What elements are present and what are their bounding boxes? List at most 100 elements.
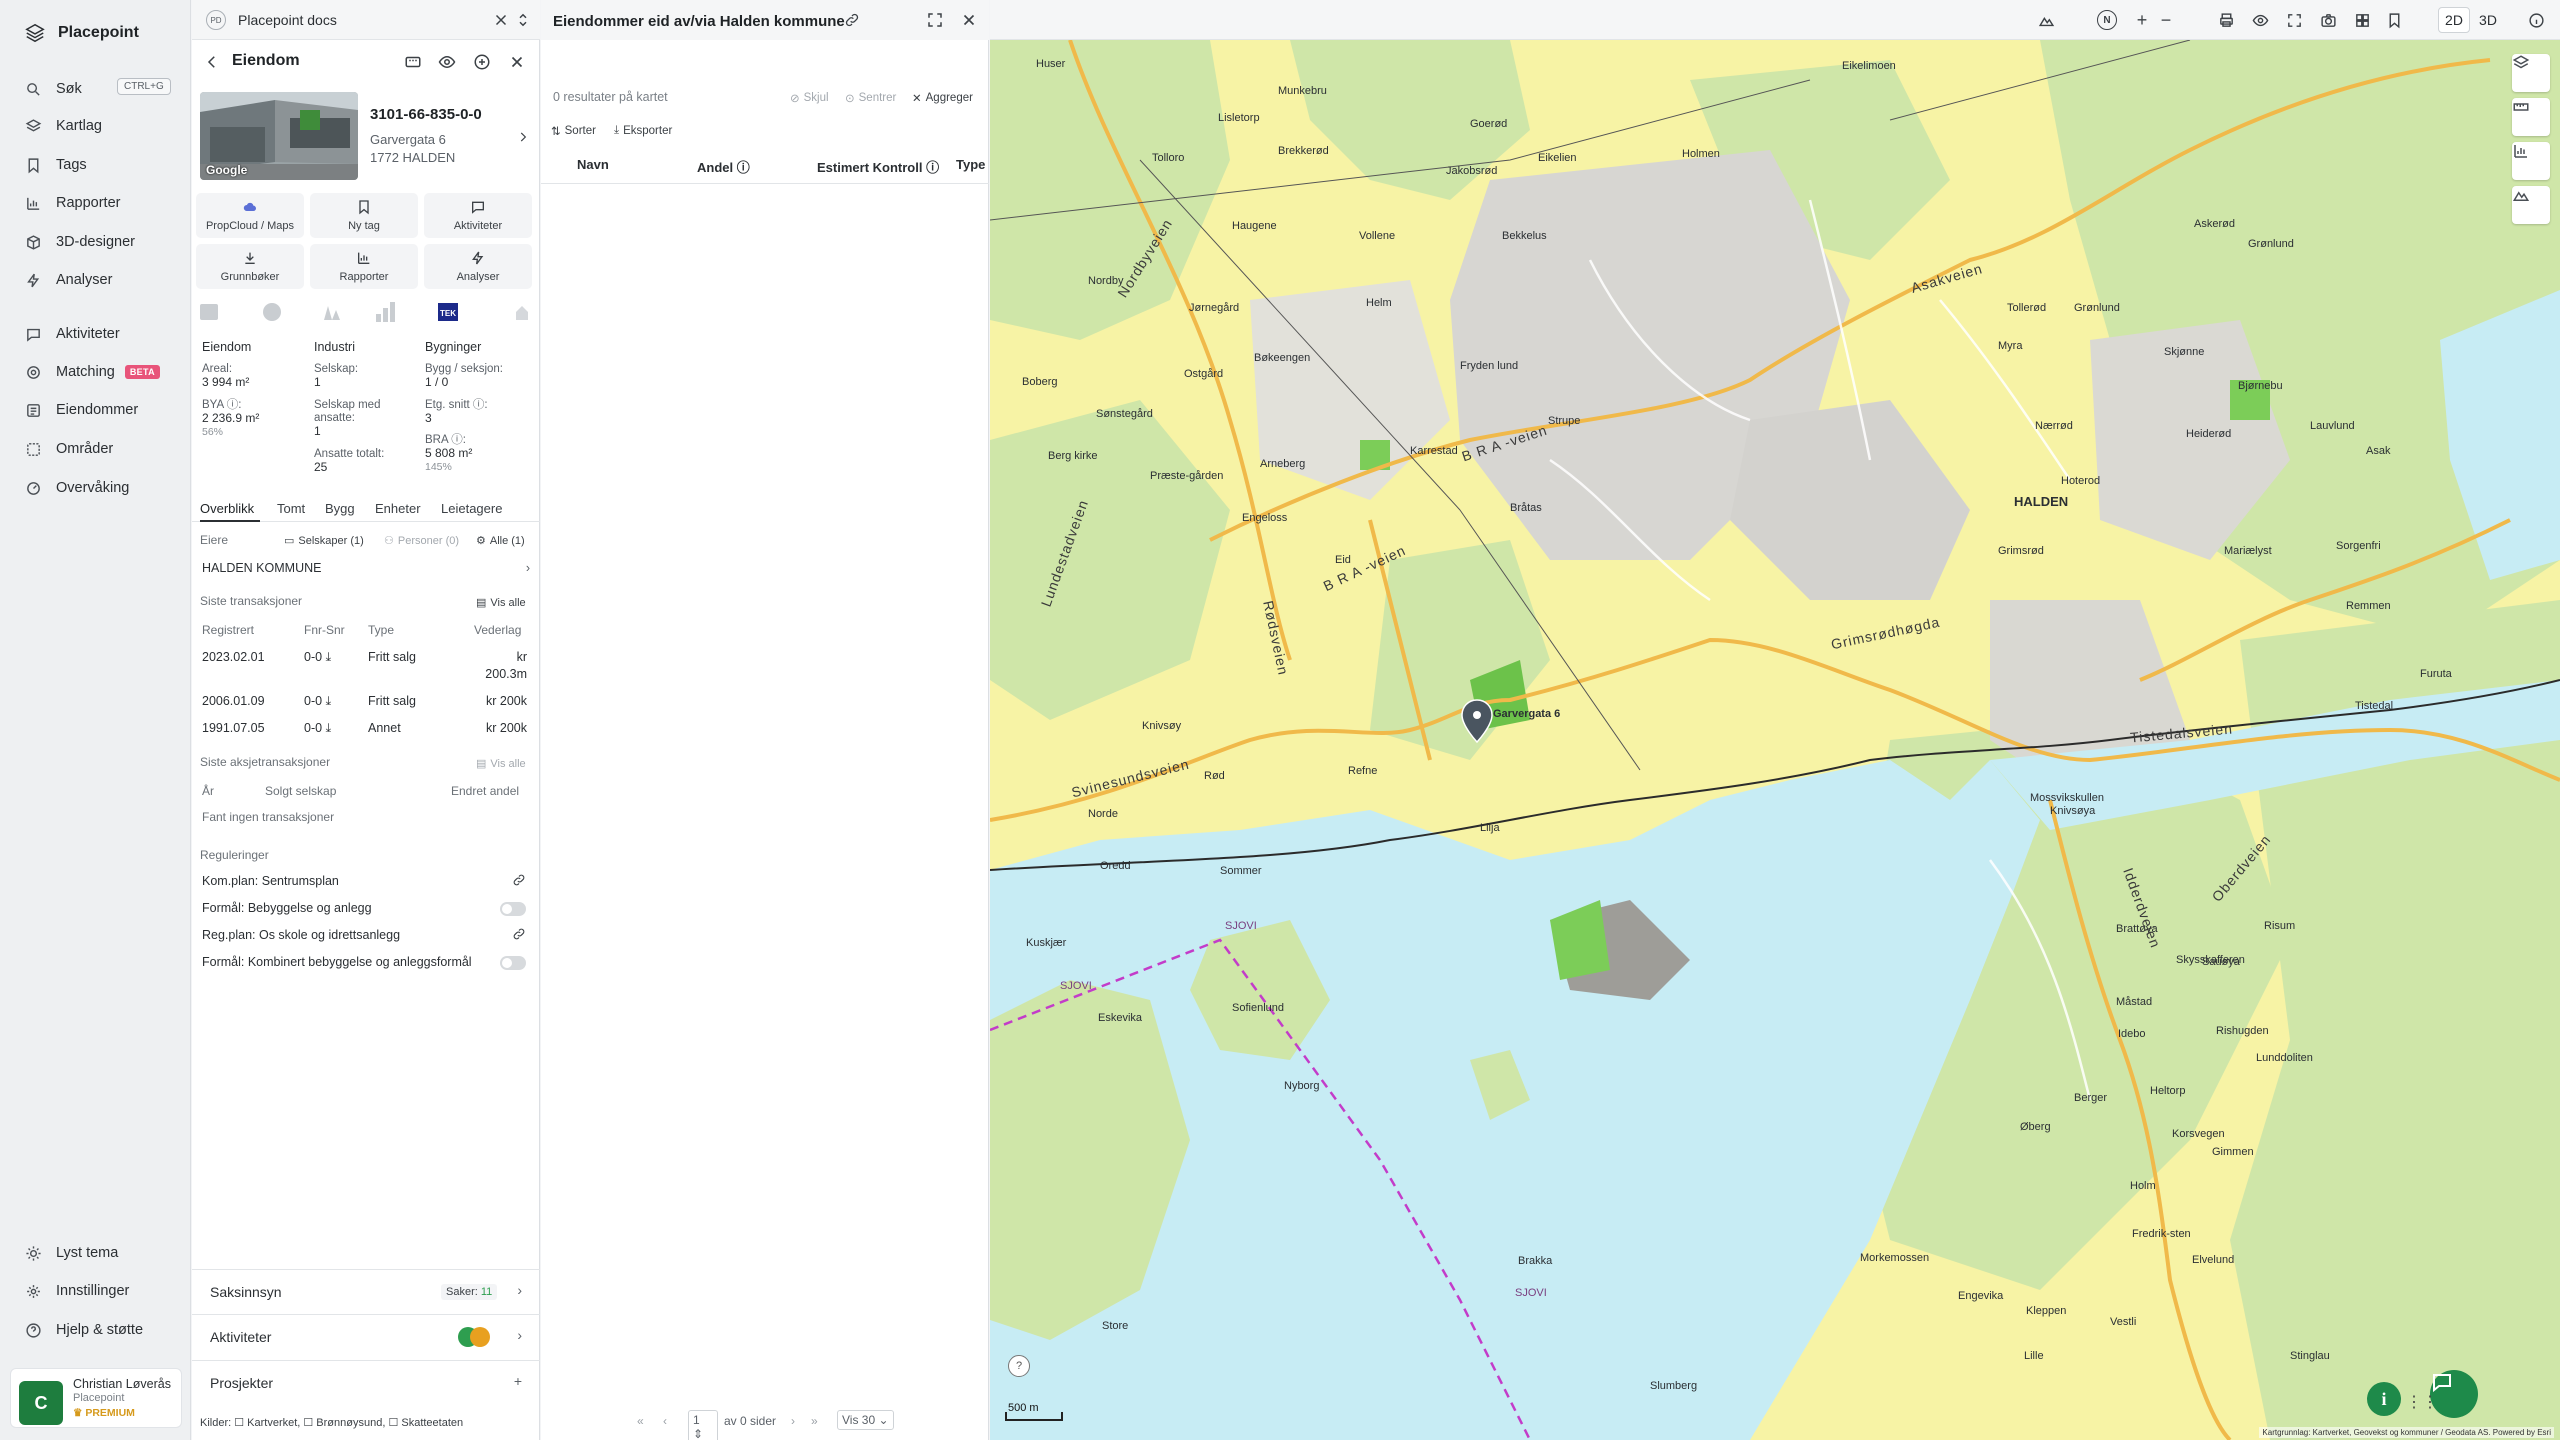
aggregate-button[interactable]: ✕ Aggreger (912, 91, 973, 105)
print-icon[interactable] (2216, 10, 2236, 30)
view-3d-button[interactable]: 3D (2472, 7, 2504, 33)
owners-all-chip[interactable]: ⚙ Alle (1) (476, 534, 525, 548)
map-card-icon[interactable] (402, 52, 424, 72)
building-type-icon[interactable] (200, 304, 218, 320)
nav-item-monitoring[interactable]: Overvåking (24, 476, 174, 500)
tx-nr[interactable]: 0-0 ⤓ (304, 650, 331, 665)
link-icon[interactable] (512, 873, 526, 887)
reports-button[interactable]: Rapporter (310, 244, 418, 289)
bar-icon[interactable] (376, 302, 395, 322)
land-registry-button[interactable]: Grunnbøker (196, 244, 304, 289)
tab-buildings[interactable]: Bygg (325, 501, 355, 516)
nav-item-areas[interactable]: Områder (24, 437, 174, 461)
close-icon[interactable] (492, 11, 510, 29)
compass-north-icon[interactable]: N (2097, 10, 2117, 30)
zoom-out-icon[interactable]: − (2156, 10, 2176, 30)
chevron-right-icon[interactable] (516, 130, 530, 144)
center-button[interactable]: ⊙ Sentrer (845, 91, 896, 105)
industry-icon[interactable] (324, 306, 340, 320)
close-panel-icon[interactable] (507, 52, 527, 72)
map-help-icon[interactable]: ? (1008, 1355, 1030, 1377)
add-project-icon[interactable]: + (514, 1373, 522, 1389)
action-label: Eksporter (623, 124, 673, 137)
sort-button[interactable]: ⇅ Sorter (551, 124, 596, 138)
activities-accordion[interactable]: Aktiviteter › (192, 1314, 540, 1359)
grid-icon[interactable] (2352, 10, 2372, 30)
layers-tool[interactable] (2512, 54, 2550, 92)
fullscreen-icon[interactable] (926, 11, 944, 29)
camera-icon[interactable] (2318, 10, 2338, 30)
projects-accordion[interactable]: Prosjekter + (192, 1360, 540, 1405)
col-name[interactable]: Navn (577, 157, 609, 172)
nav-item-layers[interactable]: Kartlag (24, 114, 174, 138)
eye-icon[interactable] (437, 52, 457, 72)
nav-item-settings[interactable]: Innstillinger (24, 1279, 174, 1303)
owners-persons-chip[interactable]: ⚇ Personer (0) (384, 534, 459, 548)
nav-item-help[interactable]: Hjelp & støtte (24, 1318, 174, 1342)
transactions-show-all[interactable]: ▤ Vis alle (476, 596, 526, 610)
case-access-accordion[interactable]: Saksinnsyn Saker: 11 › (192, 1269, 540, 1314)
energy-icon[interactable] (263, 303, 281, 321)
nav-item-analyses[interactable]: Analyser (24, 268, 174, 292)
next-page-icon[interactable]: › (791, 1414, 795, 1428)
brand[interactable]: Placepoint (24, 22, 139, 44)
tab-tenants[interactable]: Leietagere (441, 501, 502, 516)
tab-plot[interactable]: Tomt (277, 501, 305, 516)
col-share[interactable]: Andel ⓘ (697, 157, 750, 176)
col-estimated-control[interactable]: Estimert Kontroll ⓘ (817, 157, 939, 176)
info-fab-icon[interactable]: i (2367, 1382, 2401, 1416)
nav-item-label: Analyser (56, 272, 113, 288)
grid-dots-icon[interactable]: ⋮⋮ (2406, 1392, 2438, 1412)
link-icon[interactable] (844, 12, 860, 28)
export-button[interactable]: ⤓ Eksporter (614, 124, 672, 137)
chart-tool[interactable] (2512, 142, 2550, 180)
nav-item-light-theme[interactable]: Lyst tema (24, 1241, 174, 1265)
prev-page-icon[interactable]: ‹ (663, 1414, 667, 1428)
regulation-toggle[interactable] (500, 902, 526, 916)
bookmark-icon[interactable] (2384, 10, 2404, 30)
expand-collapse-icon[interactable] (514, 11, 532, 29)
propcloud-button[interactable]: PropCloud / Maps (196, 193, 304, 238)
link-icon[interactable] (512, 927, 526, 941)
tek-icon[interactable]: TEK (438, 303, 458, 321)
regulation-toggle[interactable] (500, 956, 526, 970)
nav-item-3d-designer[interactable]: 3D-designer (24, 230, 174, 254)
page-input[interactable]: 1 ⇕ (688, 1410, 718, 1440)
analyses-button[interactable]: Analyser (424, 244, 532, 289)
terrain-icon[interactable] (2036, 10, 2056, 30)
share-tx-show-all[interactable]: ▤ Vis alle (476, 757, 526, 771)
owner-row[interactable]: HALDEN KOMMUNE › (202, 561, 530, 575)
per-page-select[interactable]: Vis 30 ⌄ (837, 1410, 894, 1430)
tab-units[interactable]: Enheter (375, 501, 421, 516)
new-tag-button[interactable]: Ny tag (310, 193, 418, 238)
measure-tool[interactable] (2512, 98, 2550, 136)
tx-nr[interactable]: 0-0 ⤓ (304, 694, 331, 709)
back-arrow-icon[interactable] (202, 52, 222, 72)
eye-icon[interactable] (2250, 10, 2270, 30)
owners-companies-chip[interactable]: ▭ Selskaper (1) (284, 534, 364, 548)
zoom-in-icon[interactable]: + (2132, 10, 2152, 30)
add-circle-icon[interactable] (472, 52, 492, 72)
profile-tool[interactable] (2512, 186, 2550, 224)
close-icon[interactable] (960, 11, 978, 29)
street-view-thumbnail[interactable]: Google (200, 92, 358, 180)
nav-item-tags[interactable]: Tags (24, 153, 174, 177)
home-icon[interactable] (516, 306, 528, 320)
nav-item-reports[interactable]: Rapporter (24, 191, 174, 215)
user-card[interactable]: C Christian Løverås Placepoint ♛ PREMIUM (10, 1368, 182, 1428)
nav-item-matching[interactable]: Matching BETA (24, 360, 194, 384)
last-page-icon[interactable]: » (811, 1414, 818, 1428)
first-page-icon[interactable]: « (637, 1414, 644, 1428)
nav-item-activities[interactable]: Aktiviteter (24, 322, 174, 346)
hide-button[interactable]: ⊘ Skjul (790, 91, 829, 105)
map-canvas[interactable]: Huser Munkebru Eikelimoen Goerød Brekker… (990, 40, 2560, 1440)
fullscreen-icon[interactable] (2284, 10, 2304, 30)
view-2d-button[interactable]: 2D (2438, 7, 2470, 33)
tx-nr[interactable]: 0-0 ⤓ (304, 721, 331, 736)
tab-overview[interactable]: Overblikk (200, 501, 254, 516)
activities-button[interactable]: Aktiviteter (424, 193, 532, 238)
docs-title[interactable]: Placepoint docs (238, 12, 337, 28)
nav-item-properties[interactable]: Eiendommer (24, 398, 174, 422)
info-icon[interactable] (2526, 10, 2546, 30)
col-type[interactable]: Type (956, 157, 985, 172)
